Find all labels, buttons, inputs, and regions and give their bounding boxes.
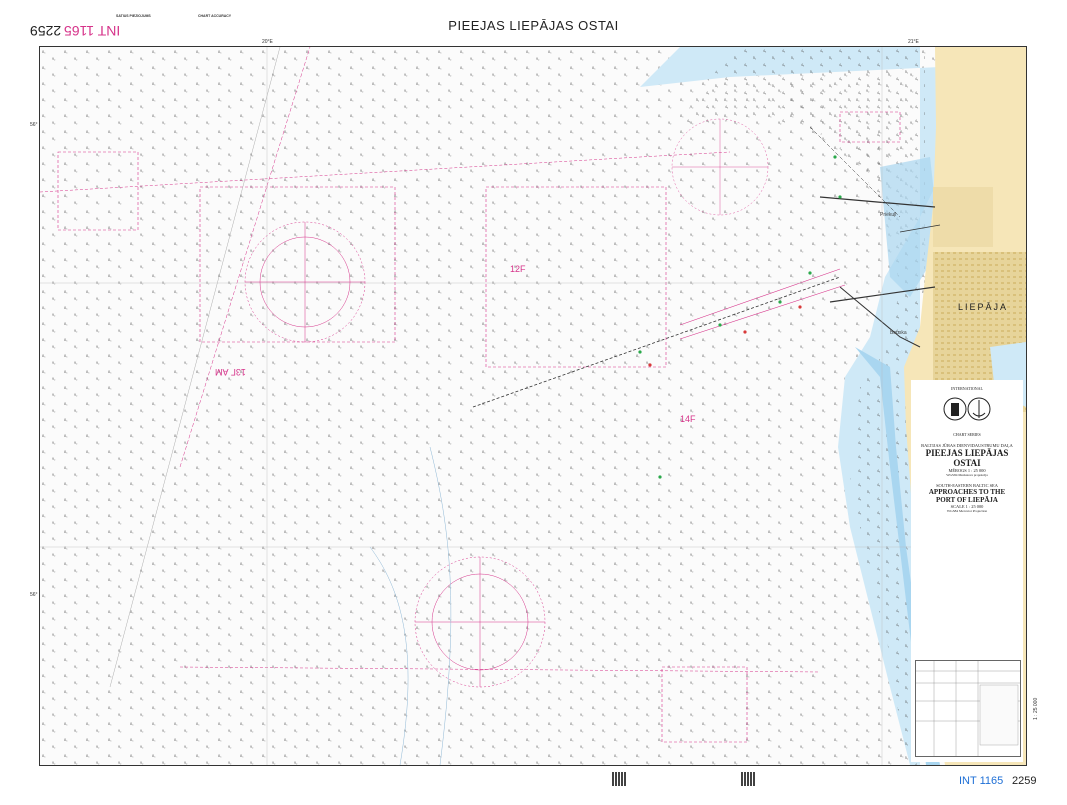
org-bottom-label: CHART SERIES xyxy=(953,432,981,437)
lat-label-north: 56° xyxy=(30,122,38,128)
tidal-table xyxy=(915,660,1021,757)
qr-code-1 xyxy=(612,772,626,786)
panel-en-projection: WGS84 Mercator Projection xyxy=(946,509,988,513)
int-label-bottom: INT 1165 xyxy=(959,775,1004,787)
org-emblem xyxy=(943,397,991,421)
chart-number-top: 2259 xyxy=(30,23,62,39)
note-right-heading: CHART ACCURACY xyxy=(198,14,232,18)
chart-frame[interactable]: 8₅ 9₂ 4₃ 5₁ xyxy=(39,46,1027,766)
port-area xyxy=(933,187,993,247)
tidal-table-grid xyxy=(916,661,1020,756)
qr-code-2 xyxy=(741,772,755,786)
nautical-chart[interactable]: 8₅ 9₂ 4₃ 5₁ xyxy=(40,47,1026,765)
lon-label-east: 21°E xyxy=(908,39,919,45)
area-label-13am: 13Г AM xyxy=(215,367,246,377)
panel-en-title-1: APPROACHES TO THE xyxy=(928,488,1006,496)
note-box-left: SATIUS PIEZIOJUMS xyxy=(116,14,194,44)
town-label: LIEPĀJA xyxy=(958,302,1009,312)
scale-side-label: 1 : 25 000 xyxy=(1033,697,1039,720)
int-label-top: INT 1165 xyxy=(64,23,121,39)
place-label-bauska: Bauska xyxy=(890,330,907,336)
chart-number-bottom: 2259 xyxy=(1012,775,1037,787)
lon-label-west: 20°E xyxy=(262,39,273,45)
panel-en-title-2: PORT OF LIEPĀJA xyxy=(936,496,998,504)
area-label-12f: 12F xyxy=(510,264,526,274)
lat-label-south: 56° xyxy=(30,592,38,598)
panel-lv-projection: WGS84 Merkatora projekcija xyxy=(946,473,988,477)
place-label-priekuli: Priekuļi xyxy=(880,212,897,218)
area-label-14f: 14F xyxy=(680,414,696,424)
panel-lv-title: PIEEJAS LIEPĀJAS OSTAI xyxy=(925,448,1009,468)
note-left-heading: SATIUS PIEZIOJUMS xyxy=(116,14,151,18)
